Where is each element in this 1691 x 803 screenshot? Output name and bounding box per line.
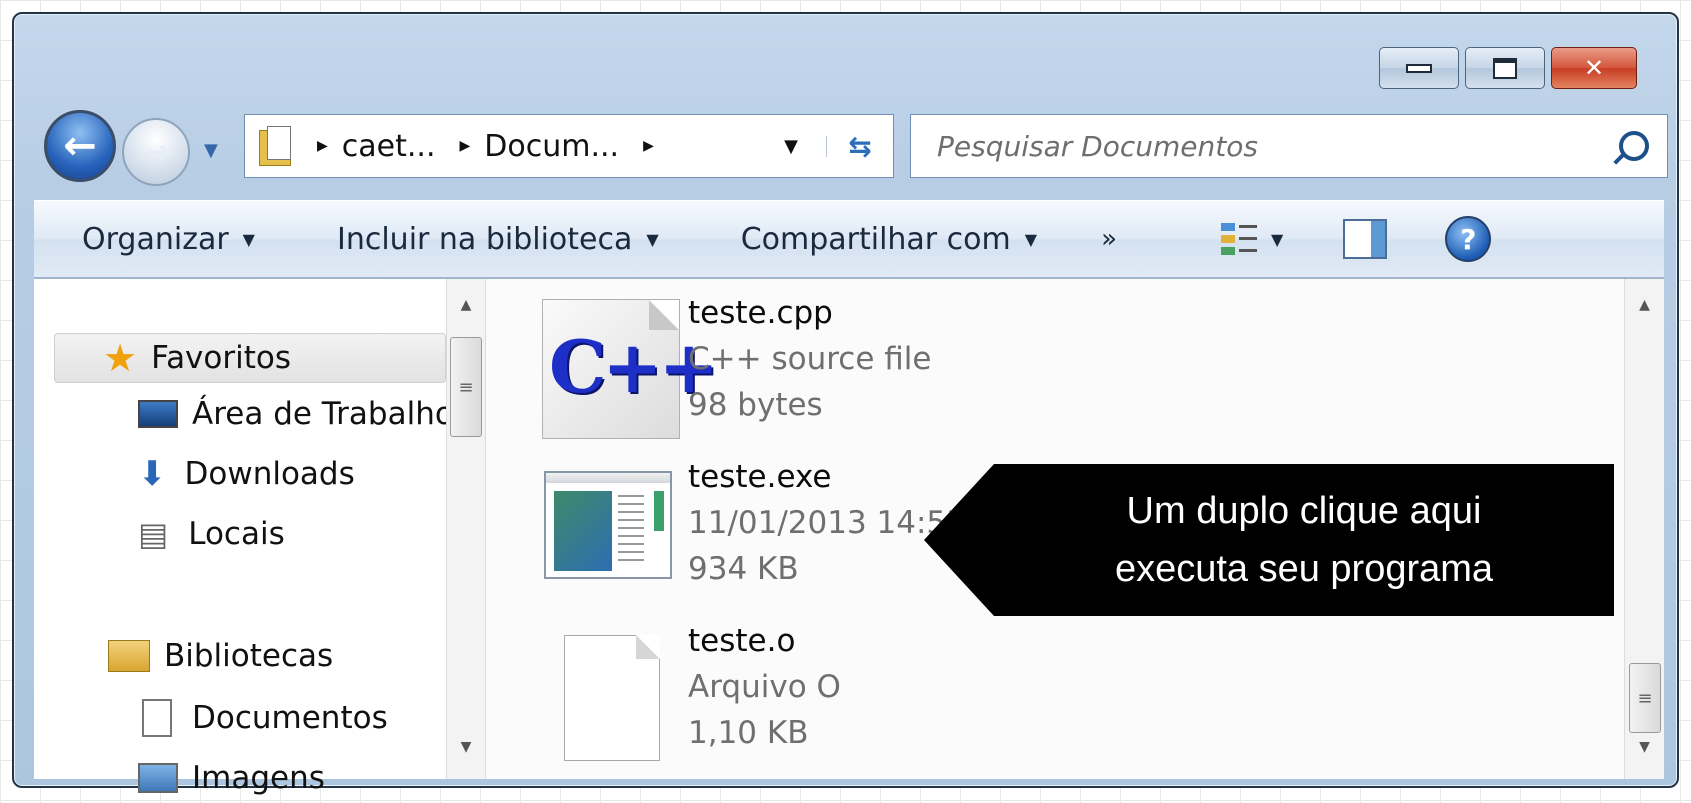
callout-pointer [924, 464, 994, 616]
forward-arrow-icon: → [141, 132, 171, 172]
desktop-icon [138, 400, 178, 428]
scroll-up-icon[interactable]: ▲ [447, 297, 485, 313]
file-list-scrollbar[interactable]: ▲ ≡ ▼ [1624, 279, 1664, 779]
generic-file-icon [564, 635, 660, 761]
breadcrumb-arrow-icon[interactable]: ▶ [643, 138, 654, 154]
downloads-folder-icon: ⬇ [138, 454, 167, 494]
nav-favorites-label: Favoritos [151, 340, 292, 376]
share-with-button[interactable]: Compartilhar com ▼ [741, 222, 1037, 257]
maximize-icon [1493, 57, 1517, 79]
folder-icon [259, 126, 293, 166]
file-name: teste.exe [688, 459, 832, 495]
close-button[interactable]: ✕ [1551, 47, 1637, 89]
nav-places[interactable]: ▤ Locais [34, 509, 285, 559]
maximize-button[interactable] [1465, 47, 1545, 89]
file-list-scroll-thumb[interactable]: ≡ [1629, 663, 1661, 733]
breadcrumb-arrow-icon[interactable]: ▶ [317, 138, 328, 154]
back-arrow-icon: ← [63, 123, 97, 169]
nav-downloads-label: Downloads [184, 456, 355, 492]
cpp-file-icon: C++ [542, 299, 719, 439]
libraries-icon [108, 640, 150, 672]
chevron-down-icon: ▼ [646, 229, 659, 249]
navigation-pane: ★ Favoritos Área de Trabalho ⬇ Downloads… [34, 279, 454, 796]
command-bar: Organizar ▼ Incluir na biblioteca ▼ Comp… [34, 200, 1664, 278]
nav-images-label: Imagens [192, 760, 325, 796]
address-dropdown-icon[interactable]: ▼ [756, 135, 827, 157]
nav-desktop-label: Área de Trabalho [192, 396, 454, 432]
recent-places-icon: ▤ [138, 515, 169, 553]
nav-places-label: Locais [188, 516, 285, 552]
nav-libraries[interactable]: Bibliotecas [34, 631, 333, 681]
file-name: teste.o [688, 623, 796, 659]
organize-button[interactable]: Organizar ▼ [82, 222, 255, 257]
documents-icon [142, 699, 172, 737]
include-library-label: Incluir na biblioteca [336, 221, 633, 257]
scroll-down-icon[interactable]: ▼ [447, 739, 485, 755]
preview-pane-icon [1343, 219, 1388, 259]
chevron-down-icon: ▼ [1024, 229, 1038, 249]
breadcrumb-user[interactable]: caet... [342, 129, 436, 164]
caption-buttons: ✕ [1379, 47, 1637, 89]
star-icon: ★ [103, 336, 138, 380]
search-icon[interactable] [1619, 131, 1649, 161]
address-bar[interactable]: ▶ caet... ▶ Docum... ▶ ▼ ⇆ [244, 114, 894, 178]
nav-documents[interactable]: Documentos [34, 693, 388, 743]
file-type: Arquivo O [688, 669, 841, 705]
file-type: C++ source file [688, 341, 932, 377]
help-button[interactable]: ? [1445, 216, 1492, 262]
chevron-down-icon: ▼ [1270, 229, 1284, 249]
callout-line-2: executa seu programa [1114, 548, 1494, 590]
more-commands-button[interactable]: » [1101, 224, 1117, 254]
nav-libraries-label: Bibliotecas [164, 638, 334, 674]
search-box[interactable] [910, 114, 1668, 178]
list-item[interactable]: C++ teste.cpp C++ source file 98 bytes [542, 295, 1042, 445]
nav-scroll-thumb[interactable]: ≡ [450, 337, 482, 437]
breadcrumb-arrow-icon[interactable]: ▶ [460, 138, 471, 154]
back-button[interactable]: ← [44, 110, 116, 182]
file-size: 98 bytes [688, 387, 823, 423]
organize-label: Organizar [82, 221, 229, 257]
forward-button[interactable]: → [122, 118, 190, 186]
change-view-button[interactable]: ▼ [1220, 221, 1284, 257]
images-icon [138, 763, 178, 793]
file-name: teste.cpp [688, 295, 833, 331]
scroll-up-icon[interactable]: ▲ [1625, 297, 1664, 313]
nav-images[interactable]: Imagens [34, 753, 325, 803]
nav-desktop[interactable]: Área de Trabalho [34, 389, 454, 439]
nav-documents-label: Documentos [192, 700, 388, 736]
nav-scrollbar[interactable]: ▲ ≡ ▼ [446, 279, 486, 779]
breadcrumb-documents[interactable]: Docum... [484, 129, 619, 164]
preview-pane-button[interactable] [1343, 219, 1388, 259]
file-size: 934 KB [688, 551, 799, 587]
include-library-button[interactable]: Incluir na biblioteca ▼ [337, 222, 659, 257]
minimize-button[interactable] [1379, 47, 1459, 89]
share-with-label: Compartilhar com [740, 221, 1011, 257]
list-item[interactable]: teste.o Arquivo O 1,10 KB [542, 623, 1042, 773]
nav-favorites[interactable]: ★ Favoritos [54, 333, 446, 383]
search-input[interactable] [935, 128, 1559, 164]
minimize-icon [1406, 63, 1432, 73]
scroll-down-icon[interactable]: ▼ [1625, 739, 1664, 755]
details-view-icon [1220, 221, 1257, 257]
refresh-icon[interactable]: ⇆ [827, 130, 893, 163]
callout-line-1: Um duplo clique aqui [1126, 490, 1482, 532]
nav-downloads[interactable]: ⬇ Downloads [34, 449, 355, 499]
recent-pages-dropdown-icon[interactable]: ▼ [204, 140, 218, 161]
exe-file-icon [544, 471, 672, 579]
file-size: 1,10 KB [688, 715, 809, 751]
explorer-window: ✕ ← → ▼ ▶ caet... ▶ Docum... ▶ ▼ ⇆ Organ… [12, 12, 1679, 796]
annotation-callout: Um duplo clique aqui executa seu program… [994, 464, 1614, 616]
close-icon: ✕ [1583, 54, 1605, 82]
chevron-down-icon: ▼ [242, 229, 255, 249]
help-icon: ? [1445, 216, 1492, 262]
